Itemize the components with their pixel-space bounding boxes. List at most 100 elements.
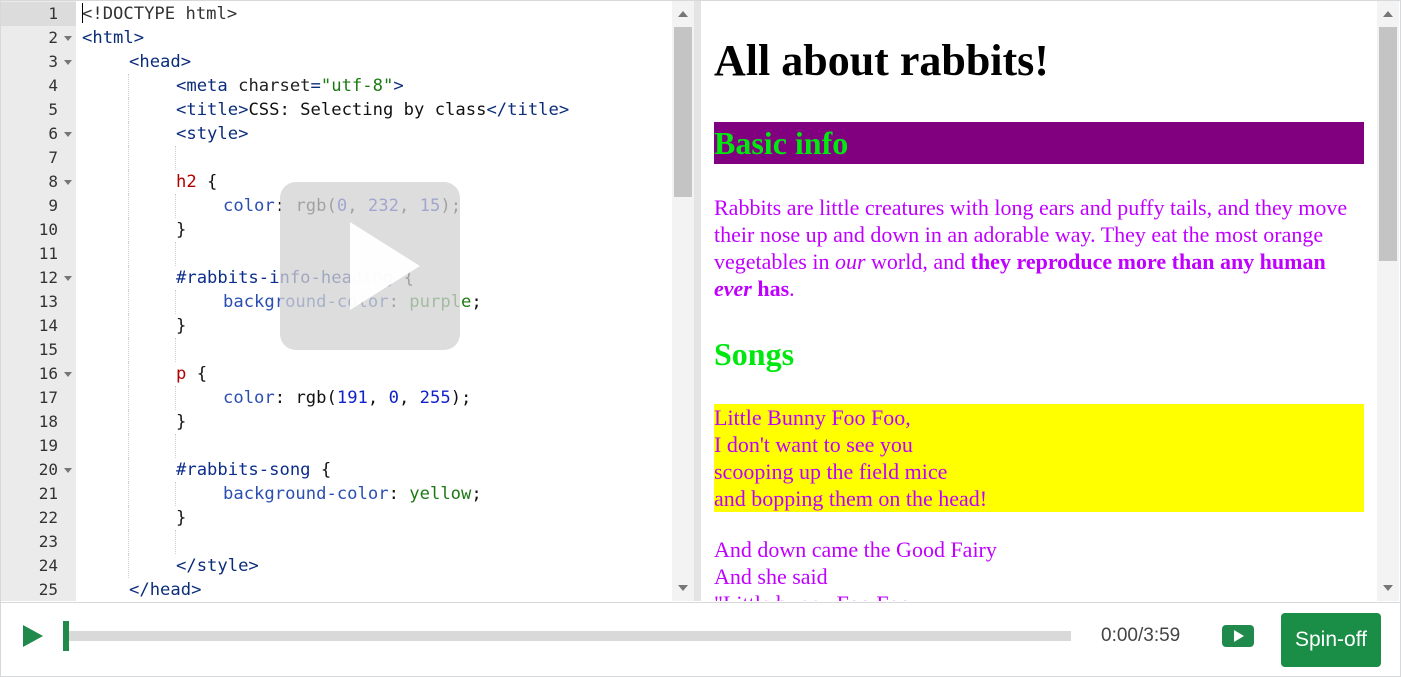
basic-info-heading: Basic info: [714, 122, 1364, 164]
editor-scrollbar[interactable]: [672, 1, 694, 601]
play-button[interactable]: [23, 625, 43, 647]
fold-arrow-icon[interactable]: [64, 132, 72, 137]
code-token: charset: [238, 76, 311, 96]
code-line[interactable]: 22}: [1, 506, 671, 530]
indent-guide: [128, 338, 129, 362]
indent-guide: [175, 386, 176, 410]
editor-scroll-thumb[interactable]: [674, 27, 692, 197]
indent-guide: [128, 242, 129, 266]
fold-arrow-icon[interactable]: [64, 276, 72, 281]
preview-scrollbar[interactable]: [1377, 1, 1399, 601]
scroll-up-arrow-icon[interactable]: [1383, 11, 1393, 17]
scroll-up-arrow-icon[interactable]: [678, 11, 688, 17]
code-line[interactable]: 1 <!DOCTYPE html>: [1, 2, 671, 26]
video-play-overlay[interactable]: [280, 182, 460, 350]
player-bar: 0:00/3:59 Spin-off: [1, 602, 1400, 676]
code-editor[interactable]: 1 <!DOCTYPE html> 2 <html> 3 <head> 4 <meta cha…: [1, 1, 671, 601]
code-text: #rabbits-song {: [176, 458, 331, 482]
line-number-text: 11: [38, 244, 58, 263]
code-token: h2: [176, 172, 197, 192]
code-line[interactable]: 7: [1, 146, 671, 170]
rabbits-song-block: Little Bunny Foo Foo, I don't want to se…: [714, 404, 1364, 512]
code-line[interactable]: 25 </head>: [1, 578, 671, 601]
code-text: <!DOCTYPE html>: [82, 2, 237, 26]
code-text: <meta charset="utf-8">: [176, 74, 404, 98]
code-token: color: [223, 196, 275, 216]
line-number: 17: [1, 386, 76, 410]
code-line[interactable]: 24 </style>: [1, 554, 671, 578]
code-line[interactable]: 19: [1, 434, 671, 458]
spin-off-button[interactable]: Spin-off: [1281, 613, 1381, 667]
line-number: 3: [1, 50, 76, 74]
code-token: );: [450, 388, 472, 408]
line-number-text: 23: [38, 532, 58, 551]
song-line: And down came the Good Fairy: [714, 537, 997, 562]
code-token: }: [176, 220, 187, 240]
line-number: 19: [1, 434, 76, 458]
code-line[interactable]: 3 <head>: [1, 50, 671, 74]
fold-arrow-icon[interactable]: [64, 468, 72, 473]
code-token: </style>: [176, 556, 259, 576]
fold-arrow-icon[interactable]: [64, 36, 72, 41]
indent-guide: [128, 146, 129, 170]
code-text: color: rgb(191, 0, 255);: [223, 386, 471, 410]
code-line[interactable]: 2 <html>: [1, 26, 671, 50]
line-number: 11: [1, 242, 76, 266]
code-token: <!DOCTYPE html>: [82, 4, 238, 24]
code-line[interactable]: 18}: [1, 410, 671, 434]
code-line[interactable]: 6 <style>: [1, 122, 671, 146]
scroll-down-arrow-icon[interactable]: [678, 585, 688, 591]
fold-arrow-icon[interactable]: [64, 180, 72, 185]
line-number-text: 19: [38, 436, 58, 455]
line-number: 10: [1, 218, 76, 242]
code-token: ;: [471, 484, 482, 504]
code-token: </title>: [486, 100, 570, 120]
line-number: 23: [1, 530, 76, 554]
fold-arrow-icon[interactable]: [64, 60, 72, 65]
line-number-text: 14: [38, 316, 58, 335]
progress-handle[interactable]: [63, 621, 69, 651]
scroll-down-arrow-icon[interactable]: [1383, 585, 1393, 591]
line-number-text: 5: [48, 100, 58, 119]
code-text: }: [176, 410, 186, 434]
line-number: 22: [1, 506, 76, 530]
song-line: Little Bunny Foo Foo,: [714, 405, 911, 430]
code-token: yellow: [409, 484, 472, 504]
video-toggle-button[interactable]: [1222, 625, 1254, 647]
code-line[interactable]: 21 background-color: yellow;: [1, 482, 671, 506]
code-line[interactable]: 20 #rabbits-song {: [1, 458, 671, 482]
code-line[interactable]: 4 <meta charset="utf-8">: [1, 74, 671, 98]
line-number: 2: [1, 26, 76, 50]
code-line[interactable]: 23: [1, 530, 671, 554]
indent-guide: [175, 194, 176, 218]
code-text: p {: [176, 362, 207, 386]
code-token: >: [393, 76, 404, 96]
code-line[interactable]: 17 color: rgb(191, 0, 255);: [1, 386, 671, 410]
line-number: 15: [1, 338, 76, 362]
code-token: #rabbits-song: [176, 460, 311, 480]
para-strong-em-ever: ever: [714, 276, 752, 301]
line-number-text: 6: [48, 124, 58, 143]
indent-guide: [128, 506, 129, 530]
song-line: I don't want to see you: [714, 432, 913, 457]
preview-scroll-thumb[interactable]: [1379, 27, 1397, 261]
indent-guide: [128, 218, 129, 242]
talkthrough-player: 1 <!DOCTYPE html> 2 <html> 3 <head> 4 <meta cha…: [0, 0, 1401, 677]
code-token: }: [176, 412, 187, 432]
progress-track[interactable]: [63, 631, 1071, 641]
code-line[interactable]: 16 p {: [1, 362, 671, 386]
line-number-text: 1: [48, 4, 58, 23]
line-number: 25: [1, 578, 76, 601]
fold-arrow-icon[interactable]: [64, 372, 72, 377]
code-token: }: [176, 316, 187, 336]
line-number-text: 10: [38, 220, 58, 239]
pane-divider[interactable]: [694, 1, 701, 601]
song-verse-2: And down came the Good Fairy And she sai…: [714, 536, 1364, 601]
code-text: <html>: [82, 26, 144, 50]
code-token: <title>: [176, 100, 249, 120]
code-text: }: [176, 218, 186, 242]
para-strong-text: they reproduce more than any human: [970, 249, 1326, 274]
code-token: 191: [336, 388, 368, 408]
indent-guide: [128, 266, 129, 290]
code-line[interactable]: 5 <title>CSS: Selecting by class</title>: [1, 98, 671, 122]
